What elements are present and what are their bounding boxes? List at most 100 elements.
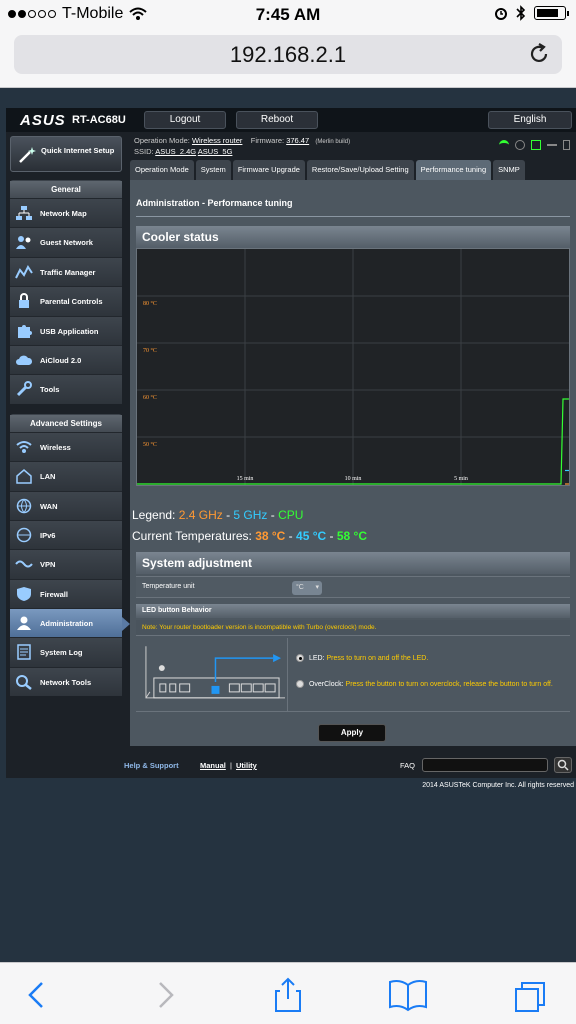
temperature-unit-select[interactable]: °C ▾ [292, 581, 322, 595]
cooler-status-header: Cooler status [136, 226, 570, 248]
overclock-option-label: OverClock: [308, 680, 344, 688]
ssid-24[interactable]: ASUS_2.4G [155, 147, 196, 156]
nav-parental-controls[interactable]: Parental Controls [10, 286, 122, 316]
device-icon[interactable] [563, 140, 570, 150]
router-infobar: Operation Mode: Wireless router Firmware… [130, 134, 576, 160]
footer-separator: | [230, 761, 232, 770]
address-bar[interactable]: 192.168.2.1 [14, 35, 562, 74]
forward-icon[interactable] [144, 977, 184, 1013]
logout-button[interactable]: Logout [144, 111, 226, 129]
nav-ipv6[interactable]: IPv6 [10, 519, 122, 550]
url-text: 192.168.2.1 [229, 42, 347, 67]
help-support-link[interactable]: Help & Support [124, 761, 179, 770]
wand-icon [19, 147, 36, 163]
nav-wireless[interactable]: Wireless [10, 431, 122, 462]
y-tick-label: 80 °C [143, 300, 157, 307]
status-bar: T-Mobile 7:45 AM [0, 0, 576, 30]
search-button[interactable] [554, 757, 572, 773]
nav-firewall[interactable]: Firewall [10, 578, 122, 609]
copyright: 2014 ASUSTeK Computer Inc. All rights re… [422, 782, 574, 789]
ios-toolbar [0, 962, 576, 1024]
build-label: (Merlin build) [315, 139, 351, 145]
reboot-button[interactable]: Reboot [236, 111, 318, 129]
operation-mode-link[interactable]: Wireless router [192, 136, 242, 145]
nav-lan[interactable]: LAN [10, 461, 122, 491]
current-temps-label: Current Temperatures: [132, 529, 252, 543]
guest-network-icon [16, 236, 31, 250]
tabs-icon[interactable] [510, 977, 550, 1013]
nav-label: Network Tools [40, 677, 92, 687]
general-header: General [10, 181, 122, 198]
shield-icon [17, 586, 31, 601]
legend-cpu: CPU [278, 508, 304, 522]
firmware-link[interactable]: 376.47 [286, 136, 309, 145]
operation-mode-label: Operation Mode: [134, 136, 190, 145]
nav-network-tools[interactable]: Network Tools [10, 666, 122, 697]
nav-guest-network[interactable]: Guest Network [10, 227, 122, 257]
nav-network-map[interactable]: Network Map [10, 198, 122, 228]
apply-button[interactable]: Apply [318, 724, 386, 742]
admin-user-icon [17, 616, 31, 631]
reload-icon[interactable] [526, 41, 552, 67]
share-icon[interactable] [268, 977, 308, 1013]
nav-label: LAN [40, 472, 56, 482]
legend-5ghz: 5 GHz [233, 508, 268, 522]
nav-administration[interactable]: Administration [10, 608, 130, 638]
temperature-unit-value: °C [296, 584, 304, 591]
nav-label: Parental Controls [40, 297, 103, 307]
router-page: ASUS RT-AC68U Logout Reboot English Oper… [6, 108, 576, 778]
led-button-header: LED button Behavior [136, 604, 570, 618]
usb-icon[interactable] [547, 144, 557, 154]
current-temperatures: Current Temperatures: 38 °C - 45 °C - 58… [132, 529, 367, 543]
nav-label: System Log [40, 648, 83, 658]
wifi-status-icon[interactable] [499, 140, 509, 150]
nav-wan[interactable]: WAN [10, 490, 122, 520]
radio-unselected-icon[interactable] [296, 680, 304, 688]
led-radio-option[interactable]: LED: Press to turn on and off the LED. [296, 654, 428, 662]
alarm-icon [495, 8, 507, 20]
nav-label: Firewall [40, 589, 68, 599]
battery-icon [534, 6, 569, 20]
back-icon[interactable] [18, 977, 58, 1013]
ssid-5[interactable]: ASUS_5G [198, 147, 233, 156]
nav-usb-application[interactable]: USB Application [10, 315, 122, 345]
overclock-option-desc: Press the button to turn on overclock, r… [345, 680, 553, 688]
cloud-icon [16, 355, 33, 365]
nav-system-log[interactable]: System Log [10, 637, 122, 667]
overclock-radio-option[interactable]: OverClock: Press the button to turn on o… [296, 680, 553, 688]
model-name: RT-AC68U [72, 114, 126, 126]
nav-vpn[interactable]: VPN [10, 549, 122, 579]
tab-operation-mode[interactable]: Operation Mode [130, 160, 194, 180]
manual-link[interactable]: Manual [200, 761, 226, 770]
tab-firmware-upgrade[interactable]: Firmware Upgrade [232, 160, 305, 180]
wrench-icon [16, 381, 32, 397]
language-select[interactable]: English [488, 111, 572, 129]
nav-label: Guest Network [40, 238, 93, 248]
tab-snmp[interactable]: SNMP [493, 160, 525, 180]
x-tick-label: 5 min [454, 476, 468, 482]
nav-traffic-manager[interactable]: Traffic Manager [10, 256, 122, 287]
bootloader-note: Note: Your router bootloader version is … [136, 620, 570, 636]
admin-tabs: Operation Mode System Firmware Upgrade R… [130, 160, 525, 180]
search-icon [557, 759, 569, 771]
tab-restore-save[interactable]: Restore/Save/Upload Setting [306, 160, 414, 180]
asus-logo: ASUS [20, 112, 66, 129]
title-divider [136, 216, 570, 217]
y-tick-label: 70 °C [143, 347, 157, 354]
vpn-icon [15, 560, 33, 568]
client-status-icon[interactable] [515, 140, 525, 150]
faq-search-input[interactable] [422, 758, 548, 772]
nav-label: Traffic Manager [40, 267, 96, 277]
tab-system[interactable]: System [195, 160, 231, 180]
radio-selected-icon[interactable] [296, 654, 304, 662]
nav-aicloud[interactable]: AiCloud 2.0 [10, 344, 122, 375]
bookmarks-icon[interactable] [388, 977, 428, 1013]
copy-icon[interactable] [531, 140, 541, 150]
utility-link[interactable]: Utility [236, 761, 257, 770]
x-tick-label: 15 min [237, 476, 254, 482]
nav-tools[interactable]: Tools [10, 374, 122, 404]
temperature-unit-label: Temperature unit [142, 583, 195, 590]
router-back-panel-illustration [145, 638, 288, 712]
quick-internet-setup-button[interactable]: Quick Internet Setup [10, 136, 122, 172]
tab-performance-tuning[interactable]: Performance tuning [415, 160, 492, 180]
